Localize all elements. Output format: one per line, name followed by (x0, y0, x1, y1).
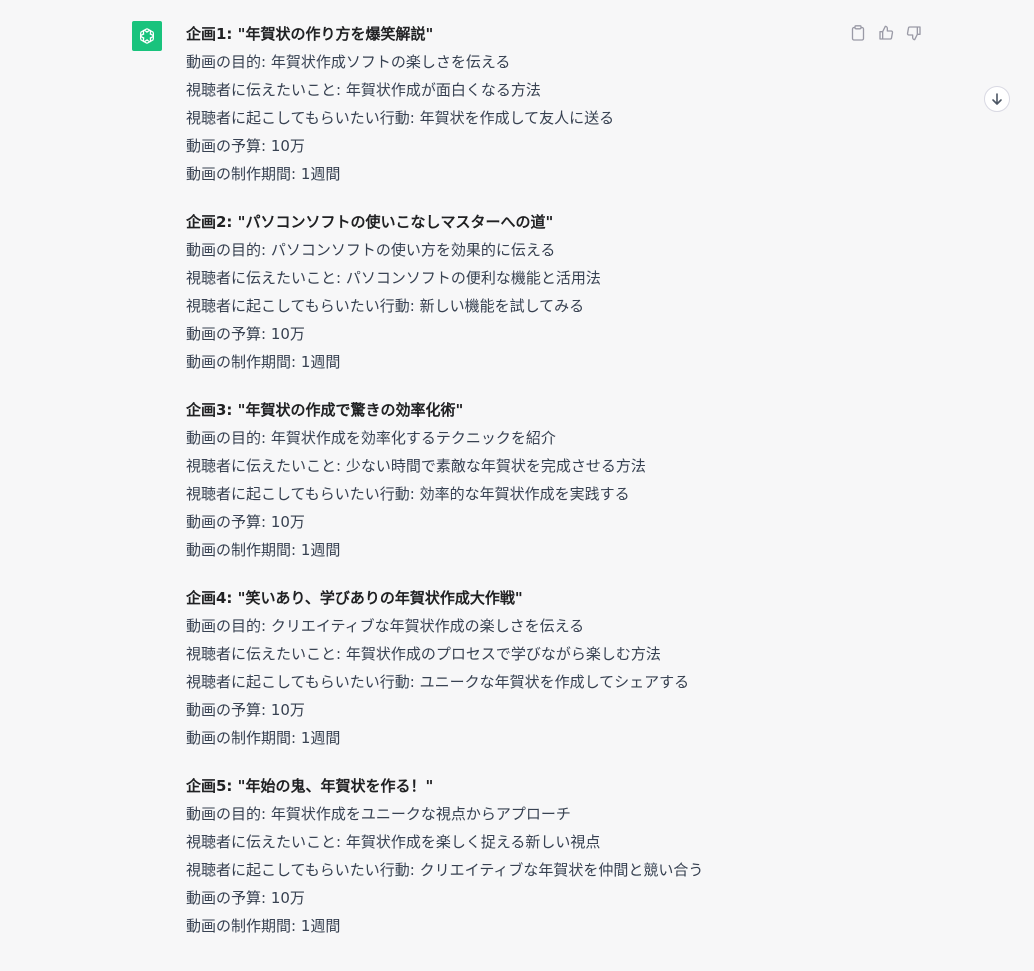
plan-detail-line: 視聴者に伝えたいこと: 年賀状作成が面白くなる方法 (186, 81, 541, 99)
plan-block: 企画5: "年始の鬼、年賀状を作る！" 動画の目的: 年賀状作成をユニークな視点か… (186, 772, 826, 940)
plan-detail-line: 動画の目的: クリエイティブな年賀状作成の楽しさを伝える (186, 617, 585, 635)
plan-detail-line: 視聴者に伝えたいこと: パソコンソフトの便利な機能と活用法 (186, 269, 601, 287)
plan-block: 企画3: "年賀状の作成で驚きの効率化術" 動画の目的: 年賀状作成を効率化するテ… (186, 396, 826, 564)
plan-detail-line: 動画の予算: 10万 (186, 325, 305, 343)
plan-detail-line: 動画の制作期間: 1週間 (186, 917, 341, 935)
plan-detail-line: 動画の制作期間: 1週間 (186, 353, 341, 371)
thumbs-up-icon[interactable] (878, 24, 894, 42)
clipboard-icon[interactable] (850, 24, 866, 42)
plan-detail-line: 視聴者に伝えたいこと: 年賀状作成のプロセスで学びながら楽しむ方法 (186, 645, 661, 663)
plan-detail-line: 視聴者に伝えたいこと: 年賀状作成を楽しく捉える新しい視点 (186, 833, 601, 851)
plan-title: 企画4: "笑いあり、学びありの年賀状作成大作戦" (186, 589, 523, 607)
plan-detail-line: 視聴者に起こしてもらいたい行動: 新しい機能を試してみる (186, 297, 585, 315)
plan-detail-line: 動画の制作期間: 1週間 (186, 729, 341, 747)
plan-detail-line: 動画の目的: パソコンソフトの使い方を効果的に伝える (186, 241, 556, 259)
plan-detail-line: 動画の予算: 10万 (186, 137, 305, 155)
plan-detail-line: 動画の予算: 10万 (186, 701, 305, 719)
arrow-down-icon (990, 92, 1004, 106)
message-actions (850, 24, 922, 42)
plan-block: 企画2: "パソコンソフトの使いこなしマスターへの道" 動画の目的: パソコンソフ… (186, 208, 826, 376)
plan-title: 企画1: "年賀状の作り方を爆笑解説" (186, 25, 434, 43)
plan-title: 企画5: "年始の鬼、年賀状を作る！" (186, 777, 434, 795)
plan-detail-line: 動画の目的: 年賀状作成をユニークな視点からアプローチ (186, 805, 571, 823)
openai-logo-icon (137, 26, 157, 46)
plan-title: 企画2: "パソコンソフトの使いこなしマスターへの道" (186, 213, 554, 231)
plan-block: 企画1: "年賀状の作り方を爆笑解説" 動画の目的: 年賀状作成ソフトの楽しさを伝… (186, 20, 826, 188)
thumbs-down-icon[interactable] (906, 24, 922, 42)
plan-detail-line: 動画の予算: 10万 (186, 889, 305, 907)
plan-title: 企画3: "年賀状の作成で驚きの効率化術" (186, 401, 464, 419)
plan-detail-line: 視聴者に起こしてもらいたい行動: 年賀状を作成して友人に送る (186, 109, 615, 127)
assistant-message: 企画1: "年賀状の作り方を爆笑解説" 動画の目的: 年賀状作成ソフトの楽しさを伝… (186, 20, 826, 960)
assistant-avatar (132, 21, 162, 51)
plan-detail-line: 動画の目的: 年賀状作成を効率化するテクニックを紹介 (186, 429, 556, 447)
plan-detail-line: 動画の制作期間: 1週間 (186, 541, 341, 559)
plan-detail-line: 動画の目的: 年賀状作成ソフトの楽しさを伝える (186, 53, 511, 71)
plan-detail-line: 動画の予算: 10万 (186, 513, 305, 531)
plan-detail-line: 視聴者に起こしてもらいたい行動: クリエイティブな年賀状を仲間と競い合う (186, 861, 704, 879)
plan-detail-line: 視聴者に起こしてもらいたい行動: ユニークな年賀状を作成してシェアする (186, 673, 690, 691)
plan-detail-line: 動画の制作期間: 1週間 (186, 165, 341, 183)
plan-detail-line: 視聴者に起こしてもらいたい行動: 効率的な年賀状作成を実践する (186, 485, 630, 503)
scroll-to-bottom-button[interactable] (984, 86, 1010, 112)
plan-detail-line: 視聴者に伝えたいこと: 少ない時間で素敵な年賀状を完成させる方法 (186, 457, 646, 475)
plan-block: 企画4: "笑いあり、学びありの年賀状作成大作戦" 動画の目的: クリエイティブな… (186, 584, 826, 752)
